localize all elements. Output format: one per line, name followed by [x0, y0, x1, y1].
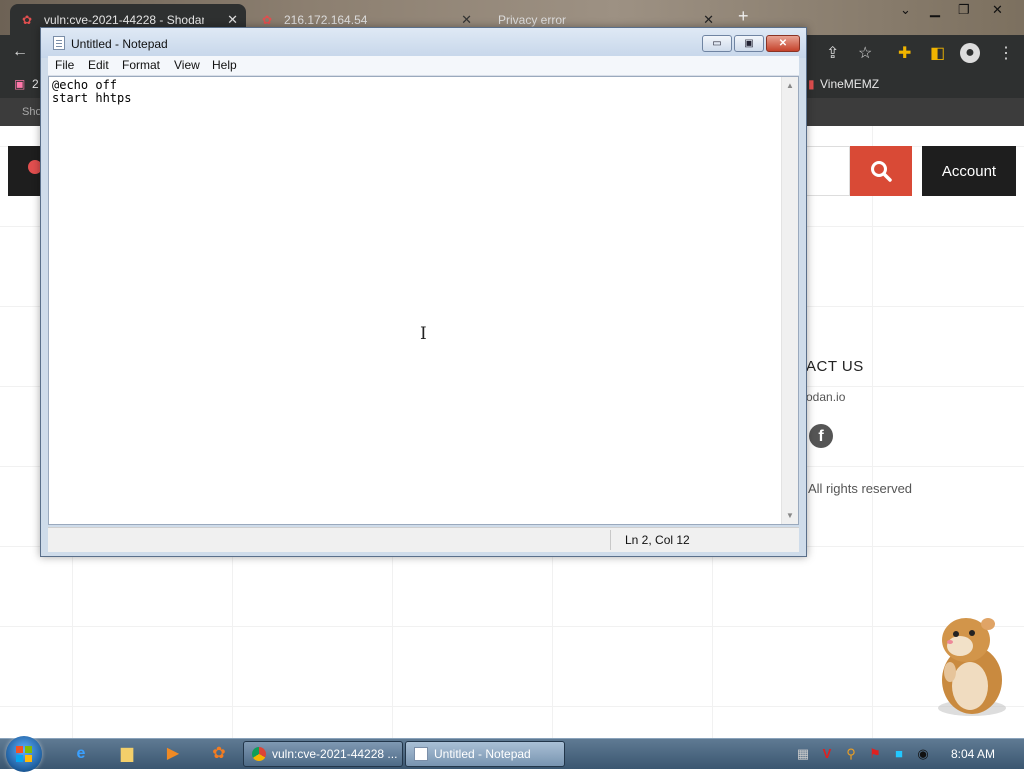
flag-tray-icon[interactable]: ⚑: [867, 746, 883, 762]
tray-app-icon[interactable]: ▦: [795, 746, 811, 762]
menu-file[interactable]: File: [55, 58, 74, 72]
notepad-window[interactable]: Untitled - Notepad ▭ ▣ ✕ File Edit Forma…: [40, 27, 807, 557]
bookmark-folder-icon[interactable]: ▣: [14, 77, 25, 91]
extensions-puzzle-icon[interactable]: ✚: [898, 43, 911, 63]
notepad-icon: [414, 747, 428, 761]
vertical-scrollbar[interactable]: ▲ ▼: [781, 77, 798, 524]
taskbar-chrome-task[interactable]: vuln:cve-2021-44228 ...: [243, 741, 403, 767]
bookmark-vinememz[interactable]: VineMEMZ: [820, 77, 879, 91]
menu-edit[interactable]: Edit: [88, 58, 109, 72]
file-explorer-icon[interactable]: ▆: [116, 744, 138, 764]
star-icon[interactable]: ☆: [858, 43, 872, 63]
menu-bar: File Edit Format View Help: [48, 56, 799, 76]
volume-tray-icon[interactable]: ◉: [915, 746, 931, 762]
account-button[interactable]: Account: [922, 146, 1016, 196]
cursor-position: Ln 2, Col 12: [625, 533, 690, 547]
clock[interactable]: 8:04 AM: [951, 747, 995, 761]
more-menu-icon[interactable]: ⋮: [998, 43, 1014, 63]
close-icon[interactable]: ✕: [703, 12, 714, 28]
restore-icon[interactable]: ❐: [958, 2, 970, 18]
internet-explorer-icon[interactable]: e: [70, 744, 92, 764]
minimize-icon[interactable]: ▁: [930, 2, 940, 18]
menu-help[interactable]: Help: [212, 58, 237, 72]
status-divider: [610, 530, 611, 550]
contact-email-link[interactable]: odan.io: [806, 390, 845, 404]
close-button[interactable]: ✕: [766, 35, 800, 52]
search-button[interactable]: [850, 146, 912, 196]
search-input[interactable]: [806, 146, 850, 196]
text-editor-area[interactable]: @echo off start hhtps I ▲ ▼: [48, 76, 799, 525]
minimize-button[interactable]: ▭: [702, 35, 732, 52]
menu-view[interactable]: View: [174, 58, 200, 72]
vine-tray-icon[interactable]: V: [819, 746, 835, 762]
scroll-up-arrow-icon[interactable]: ▲: [786, 81, 794, 90]
back-arrow-icon[interactable]: ←: [12, 43, 28, 61]
tab-title: 216.172.164.54: [284, 12, 368, 27]
side-panel-icon[interactable]: ◧: [930, 43, 945, 63]
menu-format[interactable]: Format: [122, 58, 160, 72]
close-icon[interactable]: ✕: [227, 12, 238, 28]
notepad-app-icon: [53, 36, 65, 50]
search-tray-icon[interactable]: ⚲: [843, 746, 859, 762]
start-button[interactable]: [6, 736, 42, 772]
close-window-icon[interactable]: ✕: [992, 2, 1003, 18]
close-icon[interactable]: ✕: [461, 12, 472, 28]
maximize-button[interactable]: ▣: [734, 35, 764, 52]
monitor-tray-icon[interactable]: ■: [891, 746, 907, 762]
vine-icon: ▮: [808, 77, 815, 91]
chrome-icon: [252, 747, 266, 761]
status-bar: Ln 2, Col 12: [48, 527, 799, 552]
search-icon: [871, 161, 892, 182]
task-label: vuln:cve-2021-44228 ...: [272, 747, 398, 761]
copyright-text: All rights reserved: [808, 481, 913, 496]
share-icon[interactable]: ⇪: [826, 43, 839, 63]
tab-title: Privacy error: [498, 12, 567, 27]
bookmark-item[interactable]: 2: [32, 77, 39, 91]
windows-flag-icon: [16, 746, 32, 762]
paint-app-icon[interactable]: ✿: [208, 744, 230, 764]
shodan-favicon-icon: ✿: [22, 12, 33, 27]
shodan-favicon-icon: ✿: [262, 12, 273, 27]
hamster-desktop-pet[interactable]: [920, 612, 1012, 722]
taskbar-notepad-task[interactable]: Untitled - Notepad: [405, 741, 565, 767]
taskbar: e ▆ ▶ ✿ vuln:cve-2021-44228 ... Untitled…: [0, 736, 1024, 772]
nav-link[interactable]: Sho: [22, 106, 42, 118]
scroll-down-arrow-icon[interactable]: ▼: [786, 511, 794, 520]
editor-content[interactable]: @echo off start hhtps: [52, 79, 777, 105]
contact-heading: ACT US: [806, 358, 864, 375]
new-tab-button[interactable]: +: [738, 6, 749, 27]
media-player-icon[interactable]: ▶: [162, 744, 184, 764]
window-title: Untitled - Notepad: [71, 37, 168, 51]
notepad-titlebar[interactable]: Untitled - Notepad ▭ ▣ ✕: [41, 28, 806, 58]
chevron-down-icon[interactable]: ⌄: [900, 2, 911, 18]
facebook-icon[interactable]: f: [809, 424, 833, 448]
task-label: Untitled - Notepad: [434, 747, 531, 761]
text-cursor-icon: I: [420, 324, 427, 344]
tab-title: vuln:cve-2021-44228 - Shodan S: [44, 12, 204, 27]
profile-avatar-icon[interactable]: ●: [960, 43, 980, 63]
